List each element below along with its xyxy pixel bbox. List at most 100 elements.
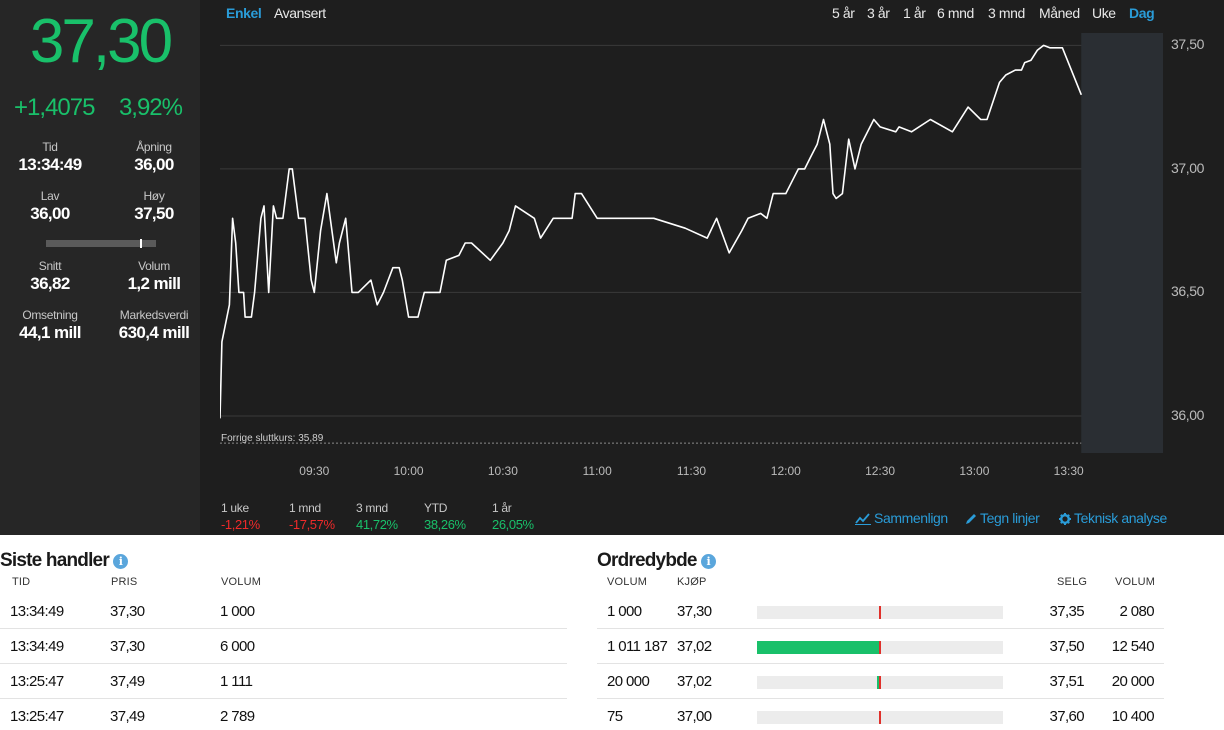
volume-value: 1,2 mill	[127, 274, 181, 293]
orderbook-header-ask: SELG	[1057, 576, 1088, 588]
ask-volume: 2 080	[1119, 603, 1154, 620]
x-tick-label: 10:00	[393, 464, 424, 478]
trade-time: 13:34:49	[10, 638, 64, 655]
turnover-value: 44,1 mill	[19, 323, 81, 342]
trade-volume: 2 789	[220, 708, 255, 725]
last-price: 37,30	[29, 7, 173, 76]
ask-price: 37,50	[1049, 638, 1084, 655]
period-day[interactable]: Dag	[1129, 5, 1155, 21]
period-3m[interactable]: 3 mnd	[988, 5, 1025, 21]
high-label: Høy	[143, 189, 165, 203]
previous-close-label: Forrige sluttkurs: 35,89	[221, 433, 324, 444]
y-tick-label: 37,50	[1171, 36, 1205, 53]
compare-label: Sammenlign	[874, 510, 948, 526]
gear-icon	[1059, 513, 1071, 525]
perf-value: -17,57%	[289, 517, 335, 532]
trade-time: 13:25:47	[10, 708, 64, 725]
y-tick-label: 36,50	[1171, 283, 1205, 300]
bid-volume: 1 000	[607, 603, 642, 620]
bid-price: 37,02	[677, 638, 712, 655]
table-row: 13:34:49 37,30 6 000	[0, 629, 567, 664]
trade-price: 37,30	[110, 638, 145, 655]
line-chart-icon	[855, 513, 871, 525]
bid-volume: 1 011 187	[607, 638, 668, 655]
tab-advanced[interactable]: Avansert	[274, 5, 326, 21]
y-axis: 37,50 37,00 36,50 36,00	[1163, 33, 1224, 453]
x-tick-label: 12:00	[770, 464, 801, 478]
time-label: Tid	[42, 140, 58, 154]
info-icon[interactable]: i	[112, 554, 128, 569]
x-tick-label: 12:30	[865, 464, 896, 478]
ask-price: 37,35	[1049, 603, 1084, 620]
open-stat: Åpning 36,00	[104, 140, 204, 175]
perf-label: YTD	[424, 501, 448, 515]
tab-simple[interactable]: Enkel	[226, 5, 262, 21]
open-label: Åpning	[136, 140, 172, 154]
trades-title: Siste handler i	[0, 550, 128, 572]
period-5y[interactable]: 5 år	[832, 5, 855, 21]
average-label: Snitt	[38, 259, 62, 273]
perf-1-week: 1 uke -1,21%	[221, 501, 260, 532]
high-value: 37,50	[134, 204, 174, 223]
trade-price: 37,30	[110, 603, 145, 620]
trades-header-price: PRIS	[111, 576, 138, 588]
table-row: 13:25:47 37,49 1 111	[0, 664, 567, 699]
ask-price: 37,60	[1049, 708, 1084, 725]
quote-panel: 37,30 +1,4075 3,92% Tid 13:34:49 Åpning …	[0, 0, 200, 535]
market-cap-label: Markedsverdi	[119, 308, 189, 322]
trade-time: 13:25:47	[10, 673, 64, 690]
table-row: 75 37,00 37,60 10 400	[597, 699, 1164, 730]
bid-volume: 75	[607, 708, 623, 725]
perf-value: -1,21%	[221, 517, 260, 532]
table-row: 13:25:47 37,49 2 789	[0, 699, 567, 730]
trades-title-text: Siste handler	[0, 550, 110, 571]
trade-time: 13:34:49	[10, 603, 64, 620]
bid-price: 37,00	[677, 708, 712, 725]
period-1y[interactable]: 1 år	[903, 5, 926, 21]
bid-volume: 20 000	[607, 673, 650, 690]
depth-bar	[757, 676, 1003, 689]
perf-value: 38,26%	[424, 517, 466, 532]
technical-analysis-button[interactable]: Teknisk analyse	[1059, 510, 1167, 526]
table-row: 20 000 37,02 37,51 20 000	[597, 664, 1164, 699]
table-row: 1 011 187 37,02 37,50 12 540	[597, 629, 1164, 664]
info-icon[interactable]: i	[700, 554, 716, 569]
period-month[interactable]: Måned	[1039, 5, 1080, 21]
period-week[interactable]: Uke	[1092, 5, 1116, 21]
orderbook-header-ask-volume: VOLUM	[1115, 576, 1156, 588]
orderbook-header-bid-volume: VOLUM	[607, 576, 648, 588]
compare-button[interactable]: Sammenlign	[855, 510, 948, 526]
draw-lines-button[interactable]: Tegn linjer	[965, 510, 1040, 526]
period-3y[interactable]: 3 år	[867, 5, 890, 21]
perf-value: 41,72%	[356, 517, 398, 532]
low-stat: Lav 36,00	[0, 189, 100, 224]
depth-bar	[757, 641, 1003, 654]
period-6m[interactable]: 6 mnd	[937, 5, 974, 21]
volume-label: Volum	[138, 259, 170, 273]
bid-price: 37,02	[677, 673, 712, 690]
x-tick-label: 11:30	[676, 464, 707, 478]
y-tick-label: 37,00	[1171, 159, 1205, 176]
perf-1-year: 1 år 26,05%	[492, 501, 534, 532]
ask-volume: 10 400	[1111, 708, 1155, 725]
bid-depth-fill	[757, 641, 879, 654]
trade-volume: 6 000	[220, 638, 255, 655]
trades-header-volume: VOLUM	[221, 576, 262, 588]
depth-midpoint	[879, 711, 881, 724]
price-chart[interactable]: Forrige sluttkurs: 35,89	[220, 33, 1163, 453]
high-stat: Høy 37,50	[104, 189, 204, 224]
trade-price: 37,49	[110, 673, 145, 690]
depth-bar	[757, 711, 1003, 724]
perf-label: 3 mnd	[356, 501, 388, 515]
bid-price: 37,30	[677, 603, 712, 620]
market-cap-value: 630,4 mill	[118, 323, 190, 342]
perf-value: 26,05%	[492, 517, 534, 532]
x-tick-label: 13:30	[1053, 464, 1084, 478]
stock-overview-panel: 37,30 +1,4075 3,92% Tid 13:34:49 Åpning …	[0, 0, 1224, 535]
chart-area: Enkel Avansert 5 år 3 år 1 år 6 mnd 3 mn…	[200, 0, 1224, 535]
average-value: 36,82	[30, 274, 70, 293]
table-row: 13:34:49 37,30 1 000	[0, 594, 567, 629]
technical-analysis-label: Teknisk analyse	[1074, 510, 1167, 526]
draw-lines-label: Tegn linjer	[980, 510, 1040, 526]
perf-label: 1 uke	[221, 501, 249, 515]
